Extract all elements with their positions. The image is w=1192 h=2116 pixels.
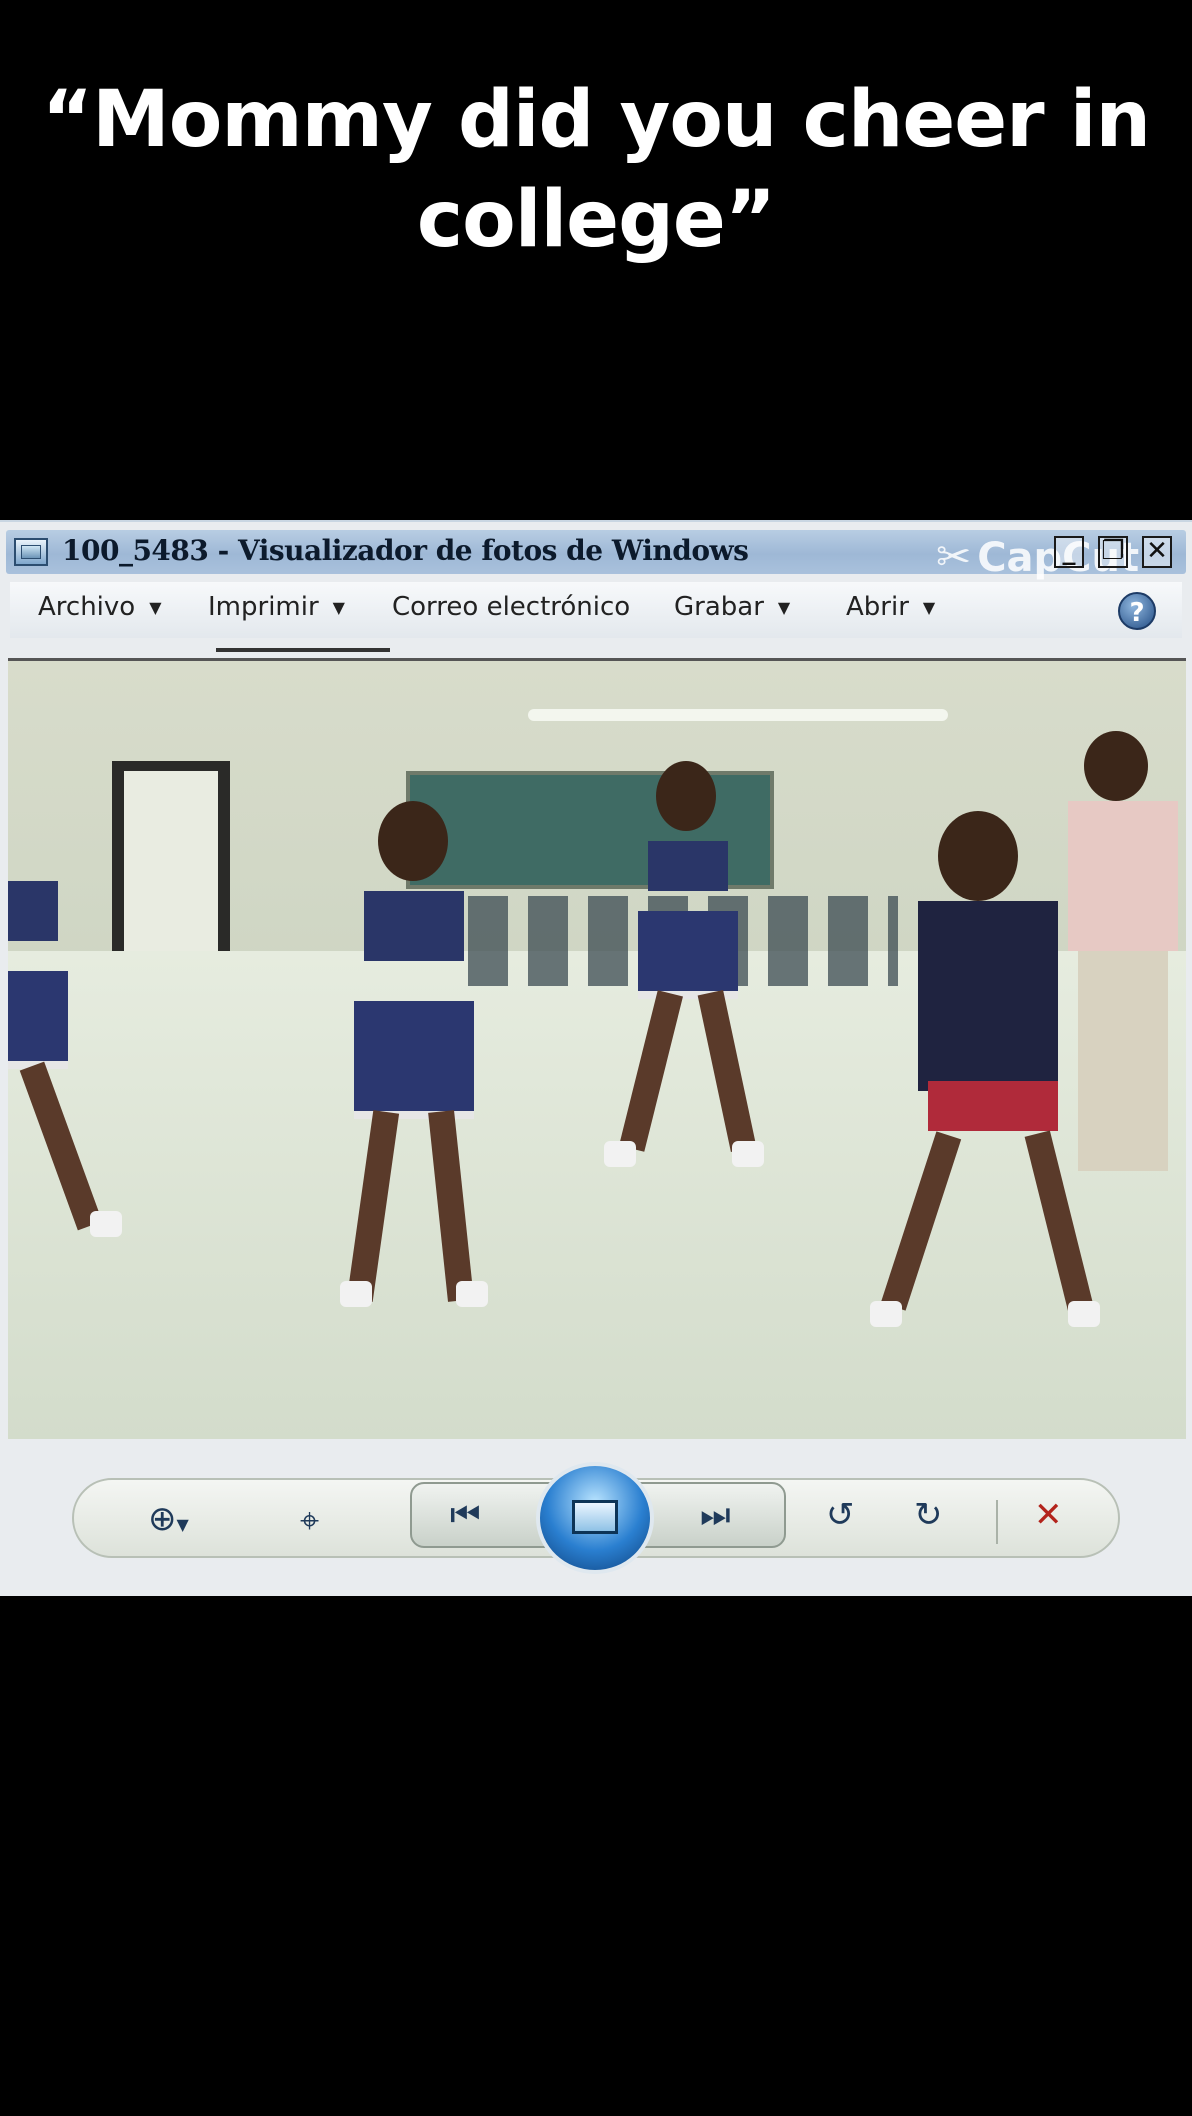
menu-abrir-label: Abrir <box>846 592 909 622</box>
previous-icon: ⏮ <box>450 1495 481 1535</box>
menu-imprimir-label: Imprimir <box>208 592 319 622</box>
menu-grabar-label: Grabar <box>674 592 764 622</box>
slideshow-icon <box>572 1500 618 1534</box>
zoom-icon: ⊕ <box>148 1499 177 1539</box>
menu-grabar[interactable]: Grabar ▼ <box>674 592 790 622</box>
menu-imprimir[interactable]: Imprimir ▼ <box>208 592 345 622</box>
zoom-button[interactable]: ⊕▼ <box>148 1502 189 1542</box>
help-icon: ? <box>1129 598 1145 628</box>
previous-button[interactable]: ⏮ <box>450 1498 481 1532</box>
close-icon: ✕ <box>1146 536 1168 566</box>
minimize-button[interactable]: _ <box>1054 536 1084 568</box>
chevron-down-icon: ▼ <box>777 598 791 617</box>
photo-cheerleader <box>8 801 128 1301</box>
menu-abrir[interactable]: Abrir ▼ <box>846 592 935 622</box>
actual-size-button[interactable]: ⌖ <box>300 1504 319 1538</box>
photo-cheerleader <box>588 761 788 1191</box>
chevron-down-icon: ▼ <box>149 598 162 617</box>
menu-archivo-label: Archivo <box>38 592 136 622</box>
delete-button[interactable]: ✕ <box>1034 1498 1063 1532</box>
menu-correo-electronico[interactable]: Correo electrónico <box>392 592 630 622</box>
actual-size-icon: ⌖ <box>300 1501 320 1541</box>
chevron-down-icon: ▼ <box>176 1515 189 1534</box>
slideshow-button[interactable] <box>536 1462 654 1574</box>
menu-focus-underline <box>216 648 390 652</box>
rotate-left-icon: ↺ <box>826 1495 855 1535</box>
rotate-right-icon: ↻ <box>914 1495 943 1535</box>
photo-viewer-window: 100_5483 - Visualizador de fotos de Wind… <box>0 520 1192 1596</box>
toolbar-separator <box>996 1500 998 1544</box>
next-button[interactable]: ⏭ <box>700 1498 731 1532</box>
close-window-button[interactable]: ✕ <box>1142 536 1172 568</box>
displayed-photo <box>8 658 1186 1439</box>
caption-line-1: “Mommy did you cheer in <box>41 75 1151 165</box>
photo-cheerleader <box>288 801 528 1321</box>
maximize-icon: ❐ <box>1101 536 1125 566</box>
menu-correo-label: Correo electrónico <box>392 592 631 622</box>
chevron-down-icon: ▼ <box>922 598 936 617</box>
menu-archivo[interactable]: Archivo ▼ <box>38 592 162 622</box>
photo-viewer-app-icon <box>14 538 48 566</box>
next-icon: ⏭ <box>700 1495 731 1535</box>
maximize-button[interactable]: ❐ <box>1098 536 1128 568</box>
help-button[interactable]: ? <box>1118 592 1156 630</box>
chevron-down-icon: ▼ <box>332 598 345 617</box>
menu-bar: Archivo ▼ Imprimir ▼ Correo electrónico Gr… <box>10 582 1182 638</box>
title-bar[interactable]: 100_5483 - Visualizador de fotos de Wind… <box>6 530 1186 581</box>
capcut-logo-icon: ✂ <box>936 532 972 581</box>
caption-line-2: college” <box>416 175 776 265</box>
photo-bystander <box>1048 731 1178 1191</box>
photo-doorway <box>112 761 230 959</box>
minimize-icon: _ <box>1062 536 1076 566</box>
video-caption: “Mommy did you cheer in college” <box>0 70 1192 270</box>
delete-icon: ✕ <box>1034 1495 1063 1535</box>
rotate-right-button[interactable]: ↻ <box>914 1498 943 1532</box>
photo-ceiling-light <box>528 709 948 721</box>
rotate-left-button[interactable]: ↺ <box>826 1498 855 1532</box>
window-title: 100_5483 - Visualizador de fotos de Wind… <box>62 534 749 567</box>
